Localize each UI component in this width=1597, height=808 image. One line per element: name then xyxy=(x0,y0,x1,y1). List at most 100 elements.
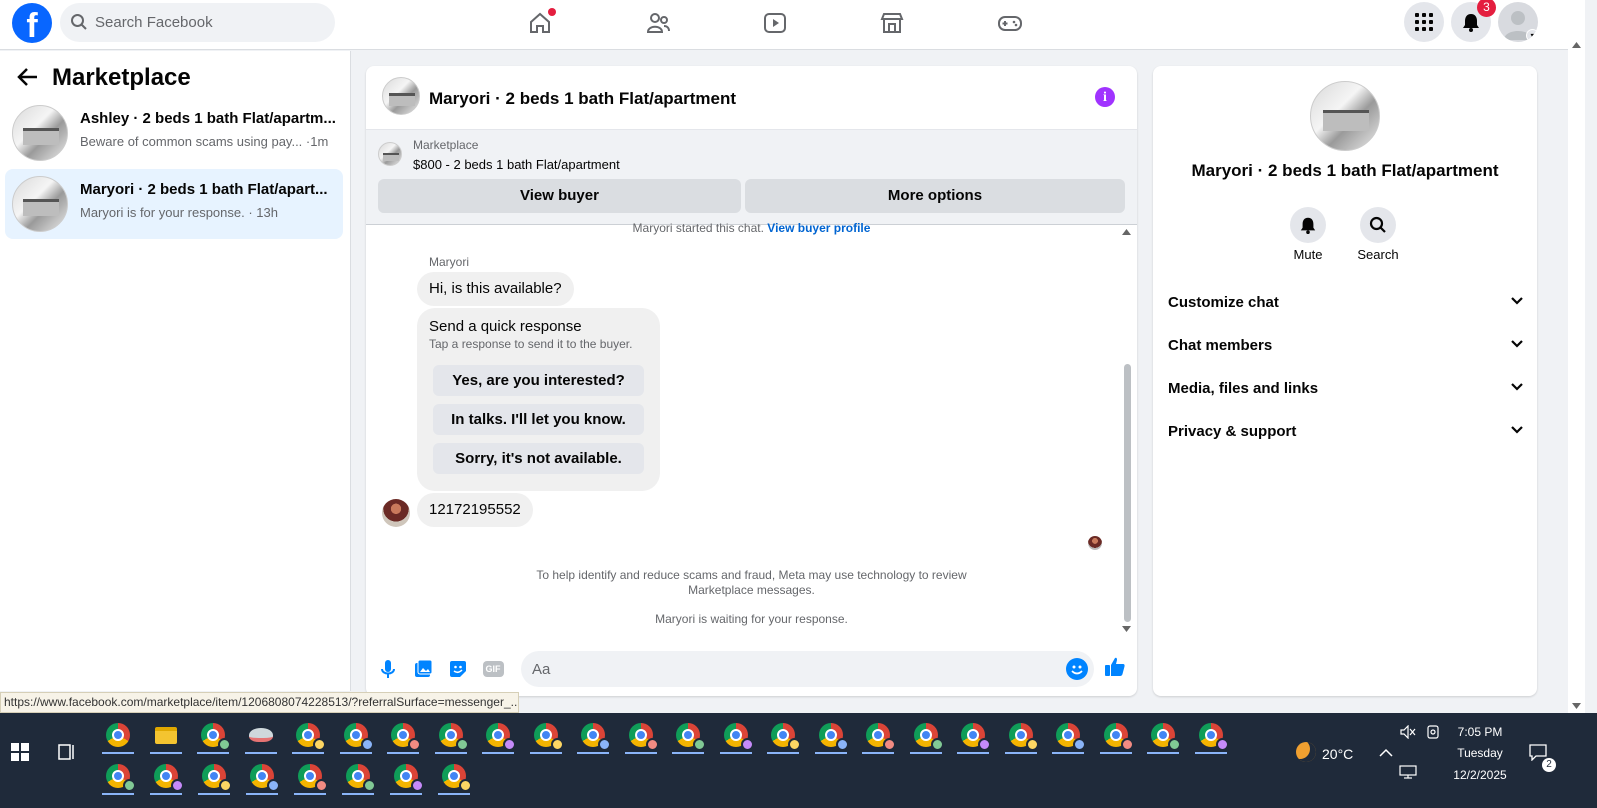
clock-day[interactable]: Tuesday xyxy=(1440,746,1520,760)
clock-date[interactable]: 12/2/2025 xyxy=(1440,768,1520,782)
chrome-icon[interactable] xyxy=(763,716,803,754)
chrome-icon[interactable] xyxy=(434,757,474,795)
chrome-icon[interactable] xyxy=(242,757,282,795)
chrome-icon[interactable] xyxy=(193,716,233,754)
menu-grid-icon[interactable] xyxy=(1404,2,1444,42)
chrome-logo-icon xyxy=(343,723,374,751)
gif-icon[interactable]: GIF xyxy=(482,658,504,680)
chrome-icon[interactable] xyxy=(1143,716,1183,754)
chrome-logo-icon xyxy=(250,764,280,792)
chrome-logo-icon xyxy=(1008,723,1039,751)
search-icon xyxy=(71,14,87,30)
privacy-support-section[interactable]: Privacy & support xyxy=(1168,417,1524,447)
view-buyer-button[interactable]: View buyer xyxy=(378,179,741,213)
message-input[interactable]: Aa xyxy=(521,651,1094,687)
chrome-icon[interactable] xyxy=(383,716,423,754)
scroll-up-icon[interactable] xyxy=(1572,42,1581,48)
conversation-item[interactable]: Ashley · 2 beds 1 bath Flat/apartm... Be… xyxy=(5,98,343,168)
microphone-icon[interactable] xyxy=(377,658,399,680)
chat-members-section[interactable]: Chat members xyxy=(1168,331,1524,361)
waiting-notice: Maryori is waiting for your response. xyxy=(655,612,848,626)
chrome-icon[interactable] xyxy=(146,757,186,795)
chrome-icon[interactable] xyxy=(478,716,518,754)
photo-icon[interactable] xyxy=(412,658,434,680)
video-icon[interactable] xyxy=(755,8,795,38)
chrome-icon[interactable] xyxy=(621,716,661,754)
scroll-down-icon[interactable] xyxy=(1122,626,1131,632)
info-icon[interactable]: i xyxy=(1095,87,1115,107)
chat-scroll-thumb[interactable] xyxy=(1124,364,1131,622)
profile-icon xyxy=(883,738,896,751)
chat-title[interactable]: Maryori · 2 beds 1 bath Flat/apartment xyxy=(429,89,736,109)
chrome-icon[interactable] xyxy=(194,757,234,795)
search-conversation-button[interactable]: Search xyxy=(1348,207,1408,262)
chrome-icon[interactable] xyxy=(288,716,328,754)
gaming-icon[interactable] xyxy=(990,8,1030,38)
chrome-icon[interactable] xyxy=(290,757,330,795)
chrome-icon[interactable] xyxy=(1001,716,1041,754)
chrome-icon[interactable] xyxy=(953,716,993,754)
quick-response-option[interactable]: Sorry, it's not available. xyxy=(433,443,644,474)
browser-scrollbar[interactable] xyxy=(1568,0,1585,713)
notifications-center-icon[interactable]: 2 xyxy=(1518,733,1558,772)
network-icon[interactable] xyxy=(1388,753,1428,791)
web-app-icon[interactable] xyxy=(241,716,281,754)
marketplace-icon[interactable] xyxy=(872,8,912,38)
quick-response-option[interactable]: Yes, are you interested? xyxy=(433,365,644,396)
chrome-icon[interactable] xyxy=(98,716,138,754)
listing-thumbnail[interactable] xyxy=(1310,81,1380,151)
chrome-icon[interactable] xyxy=(716,716,756,754)
more-options-button[interactable]: More options xyxy=(745,179,1125,213)
windows-start-icon[interactable] xyxy=(0,733,40,771)
listing-thumbnail[interactable] xyxy=(382,77,420,115)
weather-temp[interactable]: 20°C xyxy=(1322,746,1353,762)
message-composer: GIF Aa xyxy=(366,644,1137,696)
chrome-icon[interactable] xyxy=(1048,716,1088,754)
account-icon[interactable]: ▾ xyxy=(1498,2,1538,42)
message-placeholder: Aa xyxy=(532,661,551,678)
chrome-logo-icon xyxy=(296,723,326,751)
buyer-avatar[interactable] xyxy=(382,499,410,527)
chrome-icon[interactable] xyxy=(858,716,898,754)
chrome-icon[interactable] xyxy=(1096,716,1136,754)
chrome-icon[interactable] xyxy=(573,716,613,754)
media-files-links-section[interactable]: Media, files and links xyxy=(1168,374,1524,404)
scroll-down-icon[interactable] xyxy=(1572,703,1581,709)
quick-response-option[interactable]: In talks. I'll let you know. xyxy=(433,404,644,435)
facebook-logo[interactable]: f xyxy=(12,3,52,43)
file-explorer-icon[interactable] xyxy=(146,716,186,754)
weather-icon[interactable] xyxy=(1286,733,1326,771)
chrome-icon[interactable] xyxy=(338,757,378,795)
back-arrow-icon[interactable] xyxy=(17,67,39,87)
listing-thumbnail[interactable] xyxy=(378,142,402,166)
chrome-icon[interactable] xyxy=(431,716,471,754)
customize-chat-section[interactable]: Customize chat xyxy=(1168,288,1524,318)
chrome-icon[interactable] xyxy=(906,716,946,754)
chrome-icon[interactable] xyxy=(386,757,426,795)
task-view-icon[interactable] xyxy=(47,733,87,771)
chrome-icon[interactable] xyxy=(336,716,376,754)
conversation-item-active[interactable]: Maryori · 2 beds 1 bath Flat/apart... Ma… xyxy=(5,169,343,239)
chrome-icon[interactable] xyxy=(668,716,708,754)
chat-info-panel: Maryori · 2 beds 1 bath Flat/apartment M… xyxy=(1153,66,1537,696)
search-input[interactable]: Search Facebook xyxy=(60,3,335,42)
view-buyer-profile-link[interactable]: View buyer profile xyxy=(767,221,870,235)
chrome-icon[interactable] xyxy=(811,716,851,754)
chrome-icon[interactable] xyxy=(98,757,138,795)
friends-icon[interactable] xyxy=(638,8,678,38)
chrome-icon[interactable] xyxy=(526,716,566,754)
profile-icon xyxy=(978,738,991,751)
emoji-icon[interactable] xyxy=(1066,658,1088,680)
conversation-preview: Beware of common scams using pay... ·1m xyxy=(80,134,329,149)
chrome-icon[interactable] xyxy=(1191,716,1231,754)
sticker-icon[interactable] xyxy=(447,658,469,680)
mute-button[interactable]: Mute xyxy=(1278,207,1338,262)
clock-time[interactable]: 7:05 PM xyxy=(1440,725,1520,739)
scroll-up-icon[interactable] xyxy=(1122,229,1131,235)
section-label: Chat members xyxy=(1168,337,1273,354)
top-navigation-bar: f Search Facebook 3 ▾ xyxy=(0,0,1568,50)
home-icon[interactable] xyxy=(520,8,560,38)
listing-item[interactable]: $800 - 2 beds 1 bath Flat/apartment xyxy=(413,157,620,172)
chrome-logo-icon xyxy=(438,723,469,751)
thumbs-up-icon[interactable] xyxy=(1104,656,1126,678)
